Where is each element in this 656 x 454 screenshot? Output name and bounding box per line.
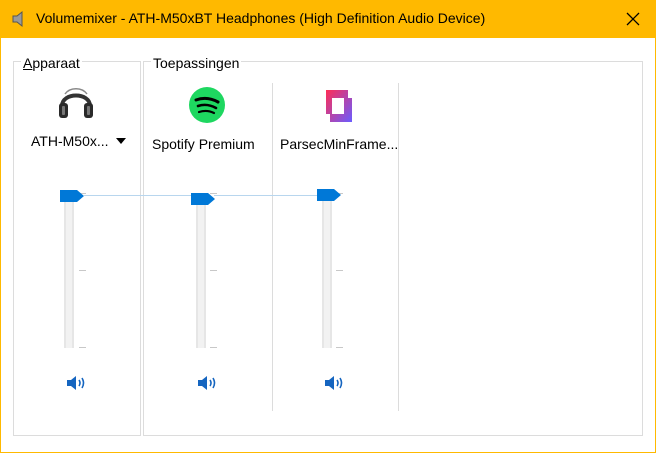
spotify-icon	[188, 86, 226, 124]
close-button[interactable]	[610, 0, 656, 38]
device-volume-thumb[interactable]	[60, 189, 84, 202]
column-divider	[272, 83, 273, 411]
speaker-icon	[10, 9, 30, 29]
spotify-volume-track[interactable]	[196, 193, 206, 348]
device-name: ATH-M50x...	[31, 133, 109, 149]
chevron-down-icon[interactable]	[116, 138, 126, 144]
parsec-volume-thumb[interactable]	[317, 188, 341, 201]
slider-tick	[79, 347, 86, 348]
parsec-mute-button[interactable]	[323, 373, 345, 393]
speaker-icon	[198, 376, 216, 390]
close-icon	[626, 12, 640, 26]
system-sounds-level-line	[84, 195, 198, 196]
window-title: Volumemixer - ATH-M50xBT Headphones (Hig…	[36, 10, 486, 26]
headphones-icon	[56, 82, 96, 122]
column-divider	[398, 83, 399, 411]
device-mute-button[interactable]	[65, 373, 87, 393]
speaker-icon	[325, 376, 343, 390]
slider-tick	[210, 347, 217, 348]
device-selector[interactable]: ATH-M50x...	[31, 133, 109, 149]
title-bar: Volumemixer - ATH-M50xBT Headphones (Hig…	[0, 0, 656, 38]
app-name-spotify: Spotify Premium	[152, 136, 255, 152]
slider-tick	[336, 347, 343, 348]
slider-tick	[79, 270, 86, 271]
speaker-icon	[67, 376, 85, 390]
device-volume-track[interactable]	[64, 193, 74, 348]
app-name-parsec: ParsecMinFrame...	[280, 136, 399, 152]
parsec-volume-track[interactable]	[322, 193, 332, 348]
device-group-label: Apparaat	[21, 55, 82, 71]
spotify-volume-thumb[interactable]	[191, 192, 215, 205]
level-line	[214, 195, 322, 196]
slider-tick	[210, 270, 217, 271]
parsec-icon	[318, 86, 358, 126]
applications-group-label: Toepassingen	[151, 55, 242, 71]
spotify-mute-button[interactable]	[196, 373, 218, 393]
slider-tick	[336, 270, 343, 271]
